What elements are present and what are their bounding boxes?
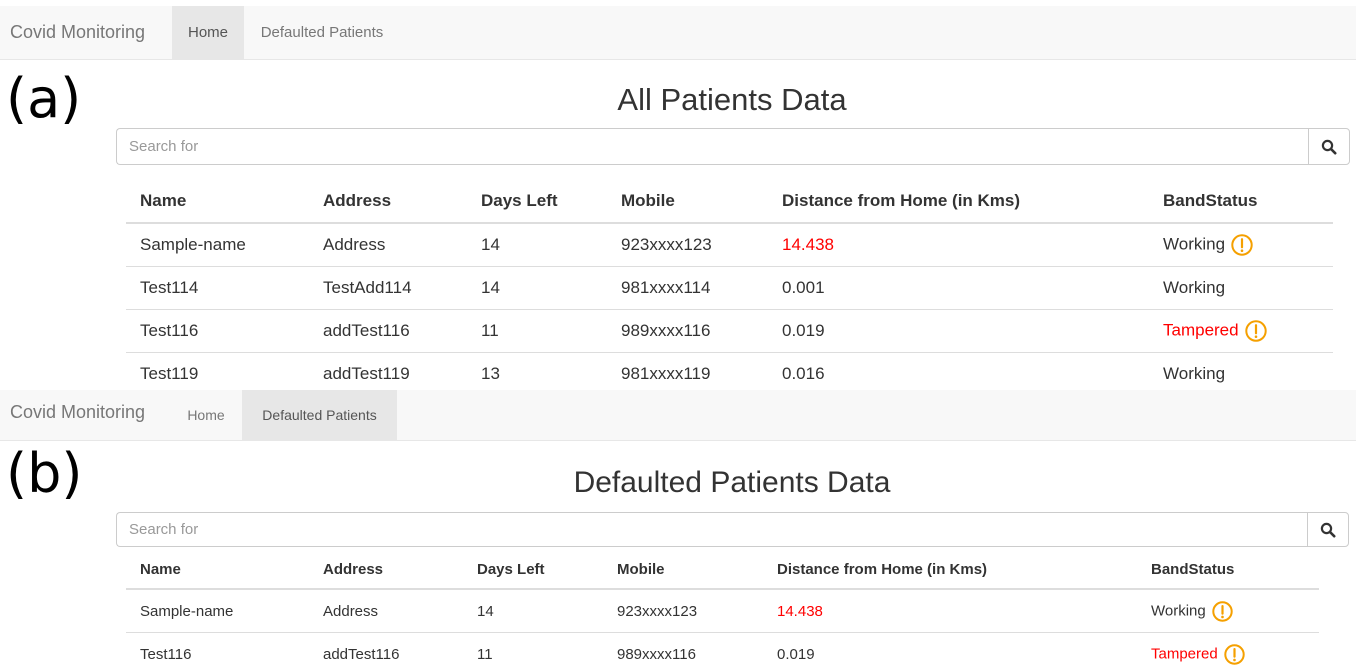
cell-mobile: 923xxxx123 — [603, 589, 763, 633]
table-header-row: Name Address Days Left Mobile Distance f… — [126, 550, 1319, 590]
cell-band-status: Working — [1149, 266, 1333, 310]
warning-icon — [1244, 320, 1267, 342]
cell-distance: 14.438 — [763, 589, 1137, 633]
cell-name: Test119 — [126, 352, 309, 390]
column-header-address: Address — [309, 179, 467, 224]
cell-distance: 0.019 — [768, 309, 1149, 353]
navbar-brand[interactable]: Covid Monitoring — [10, 22, 145, 43]
cell-distance: 0.016 — [768, 352, 1149, 390]
patients-table: Name Address Days Left Mobile Distance f… — [126, 179, 1333, 390]
table-row[interactable]: Test119 addTest119 13 981xxxx119 0.016 Workin… — [126, 352, 1333, 390]
cell-band-status: Working — [1149, 223, 1333, 267]
cell-distance: 0.001 — [768, 266, 1149, 310]
search-icon — [1321, 139, 1337, 154]
cell-address: TestAdd114 — [309, 266, 467, 310]
table-row[interactable]: Test114 TestAdd114 14 981xxxx114 0.001 Workin… — [126, 266, 1333, 310]
cell-mobile: 989xxxx116 — [603, 632, 763, 666]
panel-defaulted-patients: Covid Monitoring Home Defaulted Patients… — [0, 390, 1356, 666]
cell-days-left: 11 — [467, 309, 607, 353]
cell-address: Address — [309, 223, 467, 267]
navbar: Covid Monitoring Home Defaulted Patients — [0, 390, 1356, 441]
cell-distance: 0.019 — [763, 632, 1137, 666]
navbar-brand[interactable]: Covid Monitoring — [10, 402, 145, 423]
column-header-distance: Distance from Home (in Kms) — [763, 550, 1137, 590]
warning-icon — [1212, 600, 1233, 622]
band-status-text: Working — [1163, 364, 1226, 383]
cell-name: Sample-name — [126, 223, 309, 267]
nav-item-defaulted-patients[interactable]: Defaulted Patients — [242, 390, 397, 440]
column-header-band-status: BandStatus — [1137, 550, 1319, 590]
band-status-text: Working — [1163, 234, 1226, 254]
search-input[interactable]: Search for — [116, 512, 1307, 547]
cell-days-left: 13 — [467, 352, 607, 390]
cell-days-left: 14 — [463, 589, 603, 633]
cell-address: addTest116 — [309, 632, 463, 666]
search-button[interactable] — [1308, 128, 1350, 165]
cell-mobile: 981xxxx119 — [607, 352, 768, 390]
cell-name: Test116 — [126, 309, 309, 353]
cell-band-status: Working — [1137, 589, 1319, 633]
cell-address: Address — [309, 589, 463, 633]
defaulted-patients-table: Name Address Days Left Mobile Distance f… — [126, 550, 1319, 666]
search-group: Search for — [116, 512, 1349, 547]
cell-band-status: Tampered — [1149, 309, 1333, 353]
column-header-address: Address — [309, 550, 463, 590]
cell-name: Test114 — [126, 266, 309, 310]
band-status-text: Tampered — [1163, 320, 1239, 340]
cell-days-left: 14 — [467, 223, 607, 267]
warning-icon — [1231, 234, 1253, 256]
band-status-text: Tampered — [1151, 644, 1218, 662]
band-status-text: Working — [1163, 278, 1226, 297]
table-header-row: Name Address Days Left Mobile Distance f… — [126, 179, 1333, 224]
panel-all-patients: Covid Monitoring Home Defaulted Patients… — [0, 0, 1356, 390]
column-header-mobile: Mobile — [607, 179, 768, 224]
column-header-days-left: Days Left — [467, 179, 607, 224]
nav-item-defaulted-patients[interactable]: Defaulted Patients — [244, 6, 400, 59]
nav-item-home[interactable]: Home — [170, 390, 242, 440]
band-status-text: Working — [1151, 601, 1206, 619]
column-header-name: Name — [126, 550, 309, 590]
cell-address: addTest116 — [309, 309, 467, 353]
search-group: Search for — [116, 128, 1350, 165]
column-header-mobile: Mobile — [603, 550, 763, 590]
column-header-days-left: Days Left — [463, 550, 603, 590]
cell-name: Test116 — [126, 632, 309, 666]
search-button[interactable] — [1307, 512, 1349, 547]
panel-label: (a) — [6, 67, 82, 130]
cell-address: addTest119 — [309, 352, 467, 390]
cell-name: Sample-name — [126, 589, 309, 633]
warning-icon — [1224, 643, 1245, 665]
cell-mobile: 981xxxx114 — [607, 266, 768, 310]
search-icon — [1320, 522, 1336, 537]
search-input[interactable]: Search for — [116, 128, 1308, 165]
table-row[interactable]: Sample-name Address 14 923xxxx123 14.438 Work… — [126, 223, 1333, 267]
table-row[interactable]: Sample-name Address 14 923xxxx123 14.438 Work… — [126, 589, 1319, 633]
cell-distance: 14.438 — [768, 223, 1149, 267]
table-row[interactable]: Test116 addTest116 11 989xxxx116 0.019 Tamper… — [126, 309, 1333, 353]
panel-label: (b) — [6, 442, 83, 505]
cell-band-status: Tampered — [1137, 632, 1319, 666]
page-title: All Patients Data — [617, 82, 847, 117]
cell-mobile: 923xxxx123 — [607, 223, 768, 267]
cell-days-left: 14 — [467, 266, 607, 310]
table-row[interactable]: Test116 addTest116 11 989xxxx116 0.019 Tamper… — [126, 632, 1319, 666]
nav-item-home[interactable]: Home — [172, 6, 244, 59]
cell-days-left: 11 — [463, 632, 603, 666]
navbar: Covid Monitoring Home Defaulted Patients — [0, 6, 1356, 60]
cell-mobile: 989xxxx116 — [607, 309, 768, 353]
cell-band-status: Working — [1149, 352, 1333, 390]
page-title: Defaulted Patients Data — [573, 466, 891, 499]
column-header-distance: Distance from Home (in Kms) — [768, 179, 1149, 224]
column-header-band-status: BandStatus — [1149, 179, 1333, 224]
column-header-name: Name — [126, 179, 309, 224]
